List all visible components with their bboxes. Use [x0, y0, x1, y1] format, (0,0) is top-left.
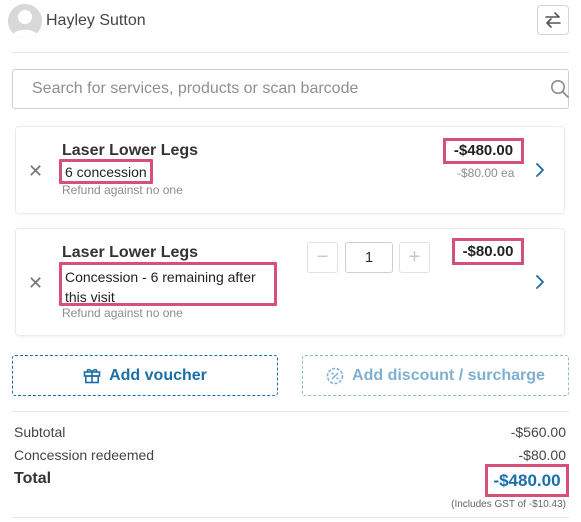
discount-badge-icon: [326, 367, 344, 384]
total-value-highlight: -$480.00: [485, 464, 569, 497]
subtotal-value: -$560.00: [510, 424, 566, 440]
add-voucher-label: Add voucher: [109, 366, 207, 384]
gift-icon: [83, 368, 101, 384]
item-price: -$80.00: [452, 238, 524, 265]
item-price-value: -$80.00: [462, 243, 514, 260]
concession-redeemed-value: -$80.00: [518, 447, 566, 463]
search-input[interactable]: [13, 70, 533, 108]
swap-arrows-icon: [545, 12, 561, 28]
item-price-value: -$480.00: [453, 142, 514, 159]
client-header: Hayley Sutton: [0, 0, 581, 46]
close-icon[interactable]: ✕: [28, 274, 43, 292]
cart-item-card[interactable]: ✕ Laser Lower Legs Concession - 6 remain…: [16, 229, 564, 335]
increment-quantity-button[interactable]: +: [399, 242, 430, 273]
add-discount-surcharge-button[interactable]: Add discount / surcharge: [302, 355, 569, 396]
user-avatar-icon[interactable]: [8, 4, 42, 38]
concession-label: Concession - 6 remaining after this visi…: [65, 269, 256, 305]
close-icon[interactable]: ✕: [28, 162, 43, 180]
item-name: Laser Lower Legs: [62, 244, 199, 261]
gst-note: (Includes GST of -$10.43): [451, 499, 566, 510]
refund-note: Refund against no one: [62, 183, 183, 197]
add-discount-label: Add discount / surcharge: [352, 366, 545, 384]
client-name[interactable]: Hayley Sutton: [46, 12, 146, 30]
concession-redeemed-label: Concession redeemed: [14, 447, 155, 463]
subtotal-label: Subtotal: [14, 424, 66, 440]
chevron-right-icon[interactable]: [534, 163, 546, 177]
chevron-right-icon[interactable]: [534, 275, 546, 289]
totals-divider: [12, 411, 569, 412]
quantity-input[interactable]: [345, 242, 393, 273]
concession-label: 6 concession: [65, 164, 147, 180]
swap-client-button[interactable]: [537, 5, 569, 35]
search-bar: [12, 69, 569, 109]
cart-item-card[interactable]: ✕ Laser Lower Legs 6 concession Refund a…: [16, 127, 564, 213]
add-voucher-button[interactable]: Add voucher: [12, 355, 278, 396]
decrement-quantity-button[interactable]: −: [307, 242, 338, 273]
refund-note: Refund against no one: [62, 306, 183, 320]
search-icon[interactable]: [550, 79, 570, 99]
item-name: Laser Lower Legs: [62, 142, 199, 159]
bottom-divider: [12, 517, 569, 518]
concession-label-highlight: Concession - 6 remaining after this visi…: [59, 262, 277, 306]
unit-price: -$80.00 ea: [457, 166, 515, 180]
total-label: Total: [14, 470, 52, 487]
header-divider: [12, 52, 569, 53]
total-value: -$480.00: [493, 470, 561, 490]
item-price: -$480.00: [443, 138, 524, 164]
concession-label-highlight: 6 concession: [59, 159, 153, 184]
